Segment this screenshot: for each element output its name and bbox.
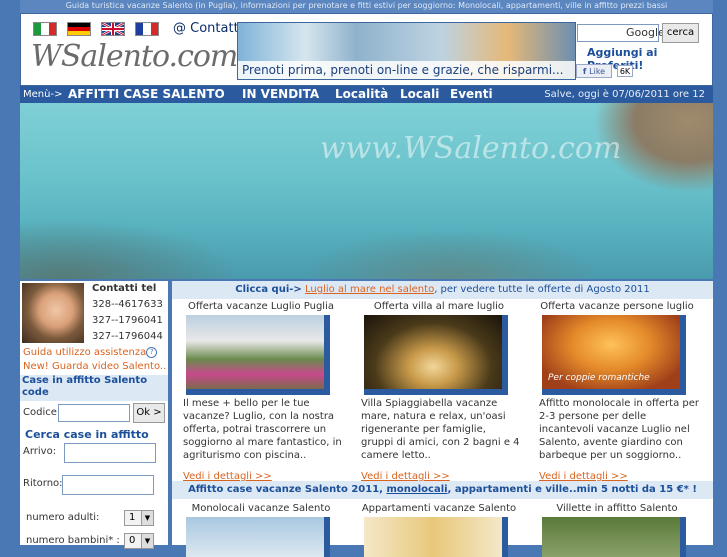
main-content: Clicca qui-> Luglio al mare nel salento,… xyxy=(172,281,713,557)
guida-assistenza-link[interactable]: Guida utilizzo assistenza? xyxy=(23,347,158,358)
hero-sea-image: www.WSalento.com xyxy=(20,103,713,279)
bambini-value: 0 xyxy=(129,535,136,546)
category-image[interactable] xyxy=(364,517,508,557)
offer-title[interactable]: Offerta vacanze persone luglio xyxy=(528,301,706,312)
offer-title[interactable]: Offerta villa al mare luglio xyxy=(350,301,528,312)
chevron-down-icon: ▼ xyxy=(141,534,153,548)
monolocali-link[interactable]: monolocali xyxy=(386,484,447,495)
category-title[interactable]: Appartamenti vacanze Salento xyxy=(350,503,528,514)
nav-in-vendita[interactable]: IN VENDITA xyxy=(242,86,319,103)
menu-label: Menù-> xyxy=(23,89,63,100)
offer-image-caption: Per coppie romantiche xyxy=(548,373,650,383)
banner-caption: Prenoti prima, prenoti on-line e grazie,… xyxy=(238,61,575,79)
cerca-case-title: Cerca case in affitto xyxy=(25,428,149,441)
bambini-label: numero bambini* : xyxy=(26,535,120,546)
promo-banner[interactable]: Prenoti prima, prenoti on-line e grazie,… xyxy=(237,22,576,80)
header: @ Contatti WSalento.com Prenoti prima, p… xyxy=(20,13,713,86)
offer-description: Affitto monolocale in offerta per 2-3 pe… xyxy=(539,398,699,461)
nav-localita[interactable]: Località xyxy=(335,86,388,103)
codice-label: Codice xyxy=(23,407,57,418)
site-logo[interactable]: WSalento.com xyxy=(31,40,238,74)
category-title[interactable]: Monolocali vacanze Salento xyxy=(172,503,350,514)
top-info-strip: Guida turistica vacanze Salento (in Pugl… xyxy=(20,0,713,13)
ritorno-input[interactable] xyxy=(62,475,154,495)
phone-number: 328--4617633 xyxy=(92,299,163,310)
italy-flag-icon[interactable] xyxy=(33,22,57,36)
operator-photo xyxy=(22,283,84,343)
nav-locali[interactable]: Locali xyxy=(400,86,439,103)
google-label: Google xyxy=(626,26,665,39)
guida-label: Guida utilizzo assistenza xyxy=(23,347,147,358)
ritorno-label: Ritorno: xyxy=(23,478,63,489)
offer-image[interactable] xyxy=(364,315,508,395)
bar2-prefix: Affitto case vacanze Salento 2011, xyxy=(188,484,387,495)
offer-description: Villa Spiaggiabella vacanze mare, natura… xyxy=(361,398,520,461)
offers-bar: Clicca qui-> Luglio al mare nel salento,… xyxy=(172,281,713,299)
arrivo-label: Arrivo: xyxy=(23,446,57,457)
sidebar: Contatti tel 328--4617633 327--1796041 3… xyxy=(20,281,168,549)
phone-number: 327--1796041 xyxy=(92,315,163,326)
main-nav: Menù-> AFFITTI CASE SALENTO IN VENDITA L… xyxy=(20,86,713,103)
arrivo-input[interactable] xyxy=(64,443,156,463)
like-label: Like xyxy=(589,67,606,76)
video-link[interactable]: New! Guarda video Salento.. xyxy=(23,361,166,372)
luglio-link[interactable]: Luglio al mare nel salento xyxy=(305,284,434,295)
contatti-link[interactable]: @ Contatti xyxy=(173,21,242,36)
nav-eventi[interactable]: Eventi xyxy=(450,86,493,103)
nav-affitti[interactable]: AFFITTI CASE SALENTO xyxy=(68,86,225,103)
phone-number: 327--1796044 xyxy=(92,331,163,342)
affitto-bar: Affitto case vacanze Salento 2011, monol… xyxy=(172,481,713,499)
adulti-label: numero adulti: xyxy=(26,512,100,523)
help-icon[interactable]: ? xyxy=(146,347,158,358)
offer-image[interactable] xyxy=(186,315,330,395)
ok-button[interactable]: Ok > xyxy=(133,403,165,423)
date-greeting: Salve, oggi è 07/06/2011 ore 12 xyxy=(544,89,705,100)
hero-watermark: www.WSalento.com xyxy=(320,131,622,166)
search-button[interactable]: cerca xyxy=(662,23,699,43)
germany-flag-icon[interactable] xyxy=(67,22,91,36)
offer-image[interactable]: Per coppie romantiche xyxy=(542,315,686,395)
france-flag-icon[interactable] xyxy=(135,22,159,36)
chevron-down-icon: ▼ xyxy=(141,511,153,525)
offer-title[interactable]: Offerta vacanze Luglio Puglia xyxy=(172,301,350,312)
category-image[interactable] xyxy=(542,517,686,557)
codice-input[interactable] xyxy=(58,404,130,422)
facebook-like-button[interactable]: f Like xyxy=(576,64,612,78)
contatti-tel-title: Contatti tel xyxy=(92,283,157,294)
adulti-value: 1 xyxy=(129,512,136,523)
bar1-prefix: Clicca qui-> xyxy=(235,284,302,295)
like-count: 6K xyxy=(617,65,633,77)
bambini-select[interactable]: 0 ▼ xyxy=(124,533,154,549)
case-code-title: Case in affitto Salento code xyxy=(20,375,168,401)
bar2-suffix: , appartamenti e ville..min 5 notti da 1… xyxy=(447,484,697,495)
uk-flag-icon[interactable] xyxy=(101,22,125,36)
category-image[interactable] xyxy=(186,517,330,557)
category-title[interactable]: Villette in affitto Salento xyxy=(528,503,706,514)
adulti-select[interactable]: 1 ▼ xyxy=(124,510,154,526)
language-flags xyxy=(33,22,159,36)
bar1-suffix: , per vedere tutte le offerte di Agosto … xyxy=(434,284,650,295)
offer-description: Il mese + bello per le tue vacanze? Lugl… xyxy=(183,398,342,461)
